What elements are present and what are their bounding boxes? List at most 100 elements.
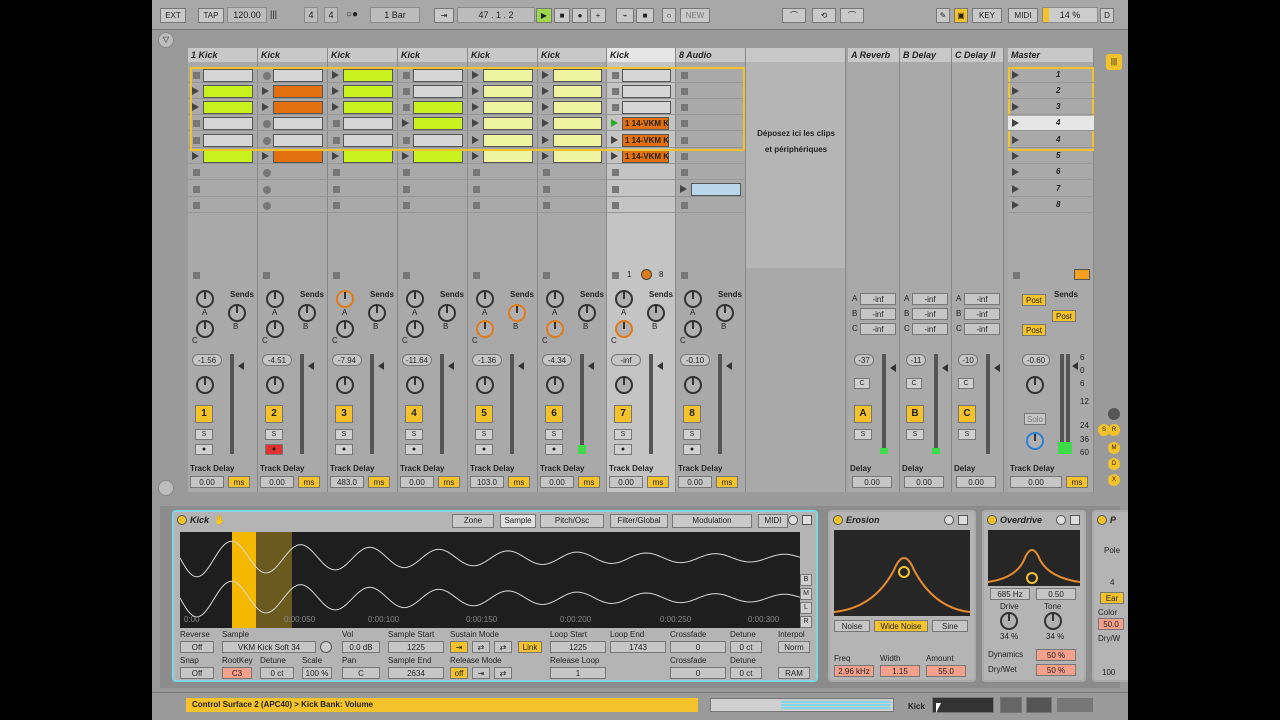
clip-slot[interactable]	[328, 68, 398, 83]
volume-fader-icon[interactable]	[448, 362, 454, 370]
clip-launch-icon[interactable]	[332, 103, 339, 111]
stop-slot-icon[interactable]	[473, 186, 480, 193]
clip[interactable]	[343, 69, 393, 82]
track-header[interactable]: Kick	[398, 48, 468, 62]
hot-swap-icon[interactable]	[320, 641, 332, 653]
volume-field[interactable]: -4.34	[542, 354, 572, 366]
punch-in-button[interactable]: ⌒	[782, 8, 806, 23]
clip-slot[interactable]	[538, 165, 607, 180]
clip[interactable]	[483, 117, 533, 130]
clip-slot[interactable]	[328, 116, 398, 131]
scene-slot[interactable]: 4	[1008, 116, 1094, 131]
clip-launch-icon[interactable]	[472, 87, 479, 95]
clip-slot[interactable]	[676, 116, 746, 131]
clip-launch-icon[interactable]	[192, 103, 199, 111]
device-thumb-icon[interactable]	[1026, 697, 1052, 713]
cue-volume-knob[interactable]	[1026, 432, 1044, 450]
arm-button[interactable]: ●	[614, 444, 632, 455]
sample-field[interactable]: VKM Kick Soft 34	[222, 641, 316, 653]
clip-launch-icon[interactable]	[262, 87, 269, 95]
stop-slot-icon[interactable]	[681, 169, 688, 176]
send-a-knob[interactable]	[615, 290, 633, 308]
stop-slot-icon[interactable]	[193, 72, 200, 79]
arm-button[interactable]: ●	[545, 444, 563, 455]
returns-toggle-icon[interactable]: R	[1108, 424, 1120, 436]
return-send-field[interactable]: -inf	[964, 323, 1000, 335]
clip-launch-icon[interactable]	[611, 119, 618, 127]
stop-slot-icon[interactable]	[333, 186, 340, 193]
send-b-knob[interactable]	[298, 304, 316, 322]
waveform-side-button[interactable]: L	[800, 602, 812, 614]
signature-numerator[interactable]: 4	[304, 7, 318, 23]
track-delay-field[interactable]: 103.0	[470, 476, 504, 488]
send-a-knob[interactable]	[406, 290, 424, 308]
clip-launch-icon[interactable]	[262, 152, 269, 160]
stop-slot-icon[interactable]	[681, 202, 688, 209]
track-io-icon[interactable]: 8	[659, 270, 663, 279]
tempo-field[interactable]: 120.00	[227, 7, 267, 23]
delay-toggle-icon[interactable]: D	[1108, 458, 1120, 470]
device-thumb-icon[interactable]	[1056, 697, 1094, 713]
stop-slot-icon[interactable]	[543, 186, 550, 193]
clip-slot[interactable]	[398, 182, 468, 197]
send-b-knob[interactable]	[716, 304, 734, 322]
vol-field[interactable]: 0.0 dB	[342, 641, 380, 653]
clip-slot[interactable]	[258, 68, 328, 83]
stop-slot-icon[interactable]	[193, 169, 200, 176]
clip-slot[interactable]	[398, 198, 468, 213]
clip-launch-icon[interactable]	[332, 87, 339, 95]
master-delay-field[interactable]: 0.00	[1010, 476, 1062, 488]
track-stop-icon[interactable]	[612, 272, 619, 279]
return-send-field[interactable]: -inf	[912, 293, 948, 305]
scene-launch-icon[interactable]	[1012, 87, 1019, 95]
cue-solo-button[interactable]: Solo	[1024, 413, 1046, 425]
play-button[interactable]: ▶	[536, 8, 552, 23]
return-delay-field[interactable]: 0.00	[852, 476, 892, 488]
overdrive-activator-icon[interactable]	[1056, 515, 1066, 525]
track-delay-field[interactable]: 0.00	[400, 476, 434, 488]
clip-slot[interactable]	[328, 182, 398, 197]
detune3-field[interactable]: 0 ct	[730, 667, 762, 679]
stop-slot-icon[interactable]	[403, 88, 410, 95]
clip[interactable]	[553, 117, 602, 130]
stop-slot-icon[interactable]	[681, 153, 688, 160]
stop-slot-icon[interactable]	[473, 169, 480, 176]
clip[interactable]	[273, 85, 323, 98]
track-delay-field[interactable]: 0.00	[609, 476, 643, 488]
return-fader-icon[interactable]	[890, 364, 896, 372]
master-pan-knob[interactable]	[1026, 376, 1044, 394]
clip-launch-icon[interactable]	[542, 152, 549, 160]
send-b-knob[interactable]	[578, 304, 596, 322]
record-slot-icon[interactable]	[263, 120, 271, 128]
clip-slot[interactable]	[468, 116, 538, 131]
send-a-knob[interactable]	[196, 290, 214, 308]
clip-slot[interactable]	[328, 165, 398, 180]
volume-field[interactable]: -1.56	[192, 354, 222, 366]
return-send-field[interactable]: -inf	[860, 323, 896, 335]
track-activator-button[interactable]: 6	[545, 405, 563, 423]
key-map-indicator[interactable]: ▣	[954, 8, 968, 23]
clip-slot[interactable]	[676, 100, 746, 115]
clip-slot[interactable]: 1 14-VKM Ki	[607, 133, 676, 148]
device-save-icon[interactable]	[802, 515, 812, 525]
crossfade-button[interactable]: C	[906, 378, 922, 389]
return-send-field[interactable]: -inf	[964, 308, 1000, 320]
clip-slot[interactable]	[328, 100, 398, 115]
crossfade2-field[interactable]: 0	[670, 667, 726, 679]
stop-slot-icon[interactable]	[403, 104, 410, 111]
volume-field[interactable]: -7.94	[332, 354, 362, 366]
track-activator-button[interactable]: 7	[614, 405, 632, 423]
track-delay-unit-button[interactable]: ms	[508, 476, 530, 488]
clip-launch-icon[interactable]	[611, 136, 618, 144]
stop-slot-icon[interactable]	[193, 120, 200, 127]
clip-launch-icon[interactable]	[402, 152, 409, 160]
clip-slot[interactable]	[258, 100, 328, 115]
clip[interactable]	[553, 134, 602, 147]
pan-knob[interactable]	[266, 376, 284, 394]
sampler-tab[interactable]: Pitch/Osc	[540, 514, 604, 528]
volume-field[interactable]: -11.64	[402, 354, 432, 366]
stop-slot-icon[interactable]	[403, 169, 410, 176]
send-a-knob[interactable]	[336, 290, 354, 308]
back-to-arrangement-button[interactable]: ■	[636, 8, 654, 23]
clip-launch-icon[interactable]	[680, 185, 687, 193]
